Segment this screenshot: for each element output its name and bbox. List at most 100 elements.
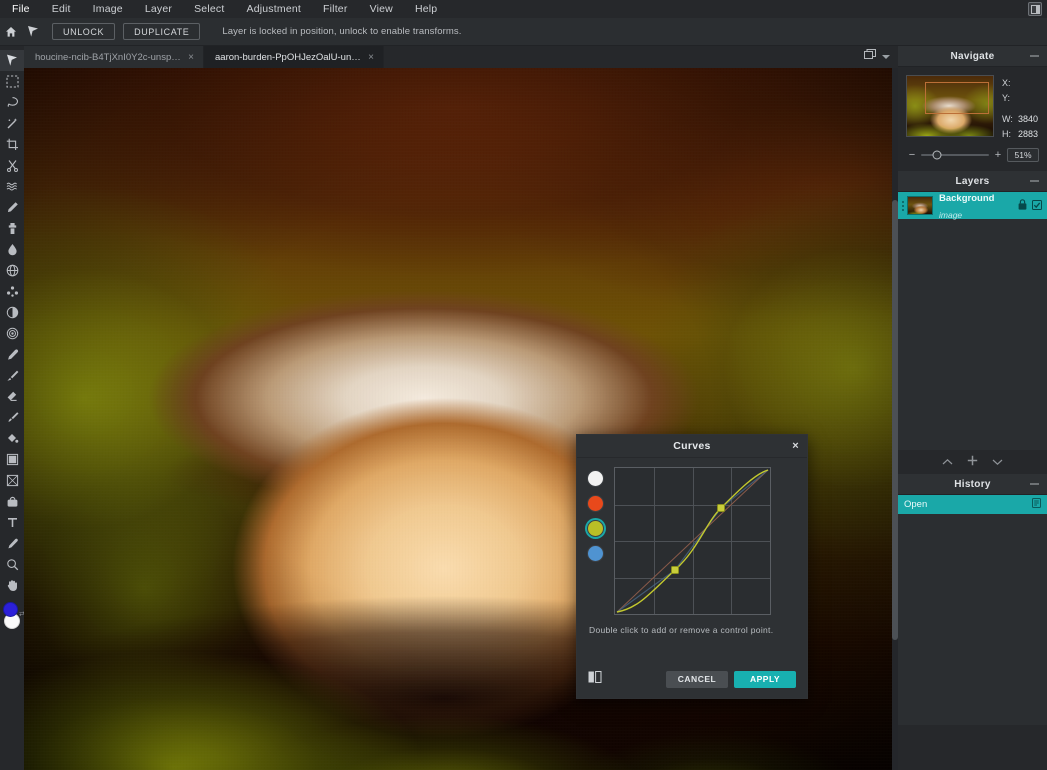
tool-paint-bucket[interactable]	[0, 428, 24, 449]
tool-lasso[interactable]	[0, 92, 24, 113]
layer-row[interactable]: Background image	[898, 192, 1047, 219]
navigator-thumbnail[interactable]	[906, 75, 994, 137]
curves-graph[interactable]	[614, 467, 771, 615]
tool-brush[interactable]	[0, 365, 24, 386]
foreground-color-swatch[interactable]	[3, 602, 18, 617]
tool-transform[interactable]	[0, 470, 24, 491]
tab-label: aaron-burden-PpOHJezOalU-unsplash.jpg	[215, 52, 361, 63]
tool-globe[interactable]	[0, 260, 24, 281]
minimize-icon[interactable]	[1030, 181, 1039, 182]
red-channel-swatch[interactable]	[587, 495, 604, 512]
document-tab-bar: houcine-ncib-B4TjXnI0Y2c-unspl... × aaro…	[24, 46, 898, 68]
zoom-control-row: − + 51%	[898, 146, 1047, 171]
tool-paintbrush[interactable]	[0, 407, 24, 428]
move-tool-icon[interactable]	[22, 18, 44, 46]
zoom-slider[interactable]	[921, 154, 989, 156]
tool-particles[interactable]	[0, 281, 24, 302]
curves-hint-text: Double click to add or remove a control …	[577, 615, 807, 635]
panel-toggle-icon[interactable]	[1028, 2, 1042, 16]
tool-contrast[interactable]	[0, 302, 24, 323]
layers-panel-title: Layers	[955, 176, 989, 187]
tool-move[interactable]	[0, 50, 24, 71]
tool-pencil[interactable]	[0, 197, 24, 218]
menu-item-file[interactable]: File	[0, 0, 41, 18]
unlock-button[interactable]: UNLOCK	[52, 23, 115, 40]
cancel-button[interactable]: CANCEL	[666, 671, 728, 688]
history-panel-header: History	[898, 474, 1047, 495]
tool-blur[interactable]	[0, 239, 24, 260]
zoom-in-button[interactable]: +	[994, 149, 1002, 161]
menu-item-select[interactable]: Select	[183, 0, 235, 18]
menu-item-help[interactable]: Help	[404, 0, 448, 18]
tool-liquify[interactable]	[0, 176, 24, 197]
tool-text[interactable]	[0, 512, 24, 533]
duplicate-button[interactable]: DUPLICATE	[123, 23, 200, 40]
zoom-out-button[interactable]: −	[908, 149, 916, 161]
tab-label: houcine-ncib-B4TjXnI0Y2c-unspl...	[35, 52, 181, 63]
tool-zoom[interactable]	[0, 554, 24, 575]
menu-item-image[interactable]: Image	[82, 0, 134, 18]
stat-value: 3840	[1018, 115, 1038, 124]
tool-eyedropper[interactable]	[0, 344, 24, 365]
navigator-viewport-rect[interactable]	[925, 82, 989, 114]
layer-info: Background image	[939, 189, 994, 223]
tool-gradient[interactable]	[0, 449, 24, 470]
tab-document-1[interactable]: houcine-ncib-B4TjXnI0Y2c-unspl... ×	[24, 46, 204, 68]
zoom-level-field[interactable]: 51%	[1007, 148, 1039, 162]
layer-name: Background	[939, 193, 994, 204]
stat-h: H: 2883	[1002, 127, 1039, 142]
layer-actions	[1018, 197, 1042, 215]
menu-item-adjustment[interactable]: Adjustment	[235, 0, 312, 18]
history-row[interactable]: Open	[898, 495, 1047, 514]
green-channel-swatch[interactable]	[587, 520, 604, 537]
tool-cut[interactable]	[0, 155, 24, 176]
menu-item-view[interactable]: View	[359, 0, 404, 18]
tool-marquee-select[interactable]	[0, 71, 24, 92]
rgb-channel-swatch[interactable]	[587, 470, 604, 487]
minimize-icon[interactable]	[1030, 484, 1039, 485]
move-layer-up-button[interactable]	[942, 453, 953, 471]
minimize-icon[interactable]	[1030, 56, 1039, 57]
color-swatches[interactable]: ⇄	[0, 600, 24, 636]
move-layer-down-button[interactable]	[992, 453, 1003, 471]
curves-dialog[interactable]: Curves ×	[576, 434, 808, 699]
close-icon[interactable]: ×	[188, 52, 194, 63]
tab-bar-actions	[864, 46, 898, 68]
zoom-slider-handle[interactable]	[933, 151, 942, 160]
curves-dialog-titlebar: Curves ×	[577, 435, 807, 458]
drag-handle-icon[interactable]	[902, 201, 904, 211]
lock-status-note: Layer is locked in position, unlock to e…	[222, 26, 461, 37]
apply-button[interactable]: APPLY	[734, 671, 796, 688]
blue-channel-swatch[interactable]	[587, 545, 604, 562]
stat-value: 2883	[1018, 130, 1038, 139]
history-label: Open	[904, 499, 927, 510]
tool-magic-wand[interactable]	[0, 113, 24, 134]
navigate-panel-title: Navigate	[950, 51, 994, 62]
tool-color-picker[interactable]	[0, 533, 24, 554]
curves-dialog-body	[577, 458, 807, 615]
menu-item-filter[interactable]: Filter	[312, 0, 359, 18]
menu-item-edit[interactable]: Edit	[41, 0, 82, 18]
compare-split-icon[interactable]	[588, 670, 602, 688]
close-icon[interactable]: ×	[368, 52, 374, 63]
window-arrange-icon[interactable]	[864, 48, 877, 66]
tool-hand[interactable]	[0, 575, 24, 596]
menu-item-layer[interactable]: Layer	[134, 0, 183, 18]
tab-document-2[interactable]: aaron-burden-PpOHJezOalU-unsplash.jpg ×	[204, 46, 384, 68]
layer-thumbnail	[907, 196, 933, 215]
tool-eraser[interactable]	[0, 386, 24, 407]
document-icon	[1032, 498, 1041, 511]
tool-clone-stamp[interactable]	[0, 218, 24, 239]
tool-crop[interactable]	[0, 134, 24, 155]
tool-stamp-shape[interactable]	[0, 491, 24, 512]
visibility-checkbox-icon[interactable]	[1032, 197, 1042, 215]
stat-key: H:	[1002, 130, 1018, 139]
home-icon[interactable]	[0, 18, 22, 46]
right-panel-stack: Navigate X: Y: W: 3840	[898, 46, 1047, 770]
navigate-panel-header: Navigate	[898, 46, 1047, 67]
chevron-down-icon[interactable]	[882, 55, 890, 59]
add-layer-button[interactable]	[967, 453, 978, 471]
tool-radial[interactable]	[0, 323, 24, 344]
lock-icon[interactable]	[1018, 197, 1027, 215]
close-icon[interactable]: ×	[792, 440, 799, 452]
